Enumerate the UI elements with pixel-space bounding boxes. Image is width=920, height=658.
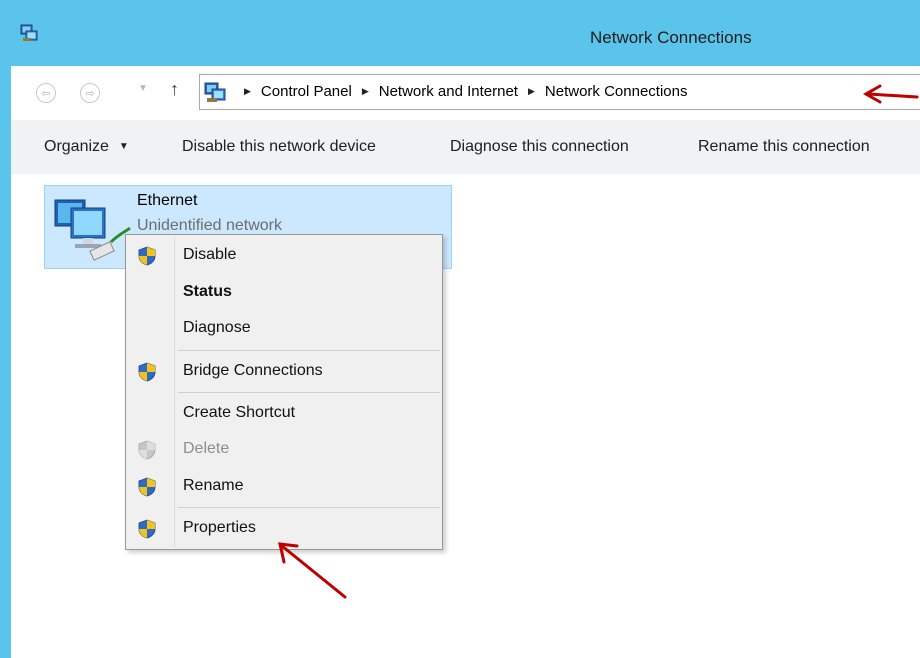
forward-arrow-icon: ⇨ xyxy=(85,87,95,100)
menu-item-properties[interactable]: Properties xyxy=(126,513,442,545)
rename-connection-button[interactable]: Rename this connection xyxy=(698,138,870,156)
menu-item-diagnose[interactable]: Diagnose xyxy=(126,313,442,345)
menu-item-status[interactable]: Status xyxy=(126,277,442,309)
menu-item-delete: Delete xyxy=(126,434,442,466)
menu-item-label: Create Shortcut xyxy=(183,404,296,421)
chevron-down-icon: ▼ xyxy=(138,83,148,94)
organize-label: Organize xyxy=(44,138,109,155)
breadcrumb-control-panel[interactable]: Control Panel xyxy=(261,83,352,100)
menu-item-create-shortcut[interactable]: Create Shortcut xyxy=(126,398,442,430)
context-menu: Disable Status Diagnose Bridge Connectio… xyxy=(125,234,443,550)
organize-button[interactable]: Organize ▼ xyxy=(44,138,129,156)
connection-name: Ethernet xyxy=(137,192,198,209)
window-frame-left xyxy=(0,0,11,658)
breadcrumb-separator-icon: ▶ xyxy=(361,86,369,96)
menu-item-label: Status xyxy=(183,283,232,300)
breadcrumb-separator-icon: ▶ xyxy=(244,86,251,96)
menu-item-disable[interactable]: Disable xyxy=(126,240,442,272)
menu-item-bridge-connections[interactable]: Bridge Connections xyxy=(126,356,442,388)
menu-item-label: Properties xyxy=(183,519,256,536)
recent-locations-dropdown[interactable]: ▼ xyxy=(138,83,148,94)
uac-shield-icon xyxy=(138,246,156,266)
up-arrow-icon: ↑ xyxy=(170,79,179,99)
navigation-bar: ⇦ ⇨ ▼ ↑ ▶ Control Panel ▶ Network and In… xyxy=(11,66,920,120)
breadcrumb-network-connections[interactable]: Network Connections xyxy=(545,83,688,100)
menu-item-label: Disable xyxy=(183,246,237,263)
menu-item-label: Delete xyxy=(183,440,230,457)
menu-separator xyxy=(178,392,440,393)
diagnose-connection-button[interactable]: Diagnose this connection xyxy=(450,138,629,156)
menu-item-label: Bridge Connections xyxy=(183,362,323,379)
breadcrumb-separator-icon: ▶ xyxy=(527,86,535,96)
uac-shield-icon xyxy=(138,519,156,539)
uac-shield-icon xyxy=(138,477,156,497)
menu-item-label: Rename xyxy=(183,477,244,494)
menu-item-label: Diagnose xyxy=(183,319,251,336)
back-button[interactable]: ⇦ xyxy=(36,83,56,103)
command-bar: Organize ▼ Disable this network device Di… xyxy=(11,120,920,174)
forward-button[interactable]: ⇨ xyxy=(80,83,100,103)
control-panel-icon xyxy=(204,82,226,102)
uac-shield-icon xyxy=(138,362,156,382)
breadcrumb-network-and-internet[interactable]: Network and Internet xyxy=(379,83,518,100)
connection-status: Unidentified network xyxy=(137,217,282,234)
title-bar: Network Connections xyxy=(0,0,920,66)
up-button[interactable]: ↑ xyxy=(170,79,179,100)
menu-separator xyxy=(178,350,440,351)
disable-device-button[interactable]: Disable this network device xyxy=(182,138,376,156)
window-title: Network Connections xyxy=(590,28,752,47)
address-bar[interactable]: ▶ Control Panel ▶ Network and Internet ▶… xyxy=(199,74,920,110)
uac-shield-icon xyxy=(138,440,156,460)
back-arrow-icon: ⇦ xyxy=(41,87,51,100)
ethernet-adapter-icon xyxy=(54,199,131,261)
breadcrumb: ▶ Control Panel ▶ Network and Internet ▶… xyxy=(234,83,687,100)
menu-item-rename[interactable]: Rename xyxy=(126,471,442,503)
chevron-down-icon: ▼ xyxy=(118,141,129,152)
menu-separator xyxy=(178,507,440,508)
network-connections-icon xyxy=(20,24,38,41)
